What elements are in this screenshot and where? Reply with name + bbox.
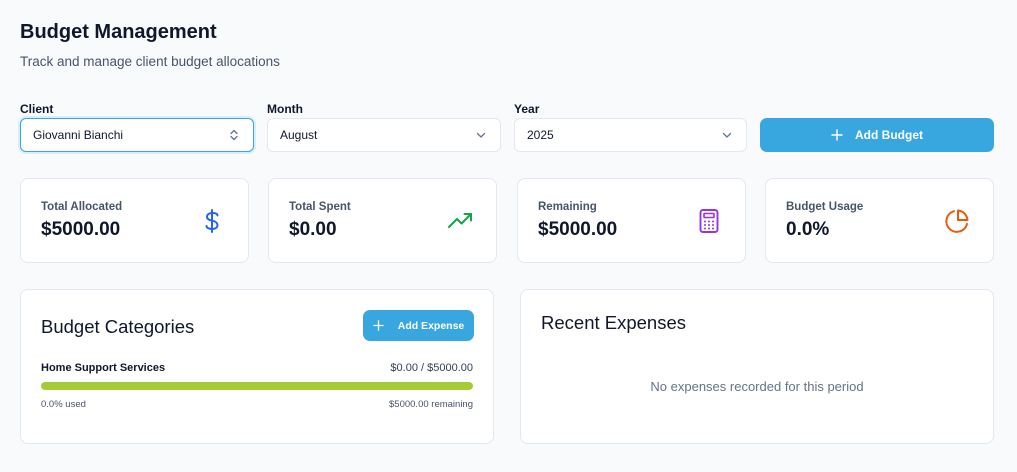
add-budget-button[interactable]: Add Budget [760,118,994,152]
page-subtitle: Track and manage client budget allocatio… [20,54,280,69]
stat-value: 0.0% [786,219,830,240]
plus-icon [373,320,384,331]
empty-state-message: No expenses recorded for this period [650,379,864,394]
year-label: Year [514,102,540,116]
plus-icon [831,129,843,141]
budget-categories-title: Budget Categories [41,316,195,337]
category-progress-fill [41,382,473,390]
add-expense-label: Add Expense [397,319,465,332]
recent-expenses-panel: Recent Expenses No expenses recorded for… [520,289,994,444]
month-select[interactable]: August [267,118,501,152]
category-name: Home Support Services [41,362,166,374]
trending-up-icon [448,213,472,228]
chevron-down-icon [476,132,486,138]
client-label: Client [20,102,54,116]
stat-label: Total Allocated [41,201,123,213]
stat-card-total-spent: Total Spent $0.00 [268,178,497,263]
year-select-value: 2025 [527,128,554,142]
page-title: Budget Management [20,21,217,43]
year-select[interactable]: 2025 [514,118,747,152]
stat-value: $5000.00 [41,219,121,240]
stat-value: $0.00 [289,219,337,240]
month-label: Month [267,102,303,116]
recent-expenses-title: Recent Expenses [541,312,687,333]
month-select-value: August [280,128,318,142]
client-select-value: Giovanni Bianchi [33,128,124,142]
chevrons-up-down-icon [230,129,238,141]
dollar-icon [205,209,219,233]
stat-card-remaining: Remaining $5000.00 [517,178,746,263]
stat-card-budget-usage: Budget Usage 0.0% [765,178,994,263]
category-amount: $0.00 / $5000.00 [390,362,473,374]
category-remaining: $5000.00 remaining [389,399,473,410]
category-progress-bar [41,382,473,390]
calculator-icon [699,209,719,233]
stat-label: Budget Usage [786,201,864,213]
chevron-down-icon [722,132,732,138]
stat-value: $5000.00 [538,219,618,240]
add-budget-label: Add Budget [855,128,923,142]
budget-categories-panel: Budget Categories Add Expense Home Suppo… [20,289,494,444]
pie-chart-icon [945,209,969,233]
stat-card-total-allocated: Total Allocated $5000.00 [20,178,249,263]
add-expense-button[interactable]: Add Expense [363,310,474,341]
stat-label: Remaining [538,201,597,213]
stat-label: Total Spent [289,201,351,213]
client-select[interactable]: Giovanni Bianchi [20,118,254,152]
category-used: 0.0% used [41,399,86,410]
